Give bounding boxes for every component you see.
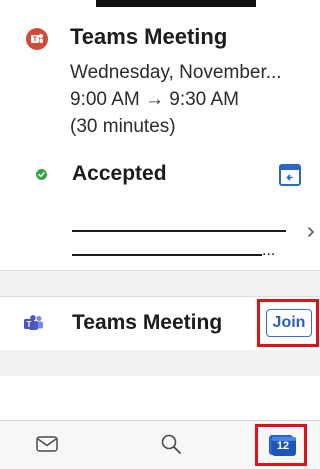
divider <box>0 270 320 271</box>
teams-meeting-row: T Teams Meeting Join <box>0 296 320 350</box>
mail-icon <box>36 436 58 452</box>
teams-icon: T <box>26 28 48 50</box>
event-time: 9:00 AM → 9:30 AM <box>70 89 239 110</box>
event-details-screen: T Teams Meeting Wednesday, November... 9… <box>0 0 320 469</box>
search-icon <box>161 434 181 454</box>
tab-search[interactable] <box>152 421 192 469</box>
calendar-tab-date: 12 <box>276 440 290 452</box>
cropped-header-text <box>96 0 256 7</box>
svg-text:T: T <box>27 320 32 329</box>
tab-mail[interactable] <box>28 421 68 469</box>
teams-meeting-label: Teams Meeting <box>72 311 223 334</box>
attendees-row[interactable]: ... <box>0 214 320 264</box>
svg-text:T: T <box>33 37 38 44</box>
response-status-row: Accepted <box>0 160 320 190</box>
bottom-tab-bar: 12 <box>0 420 320 469</box>
event-date: Wednesday, November... <box>70 62 282 83</box>
attendee-ellipsis: ... <box>262 242 276 259</box>
section-separator <box>0 270 320 296</box>
section-separator <box>0 350 320 376</box>
chevron-right-icon <box>308 227 314 237</box>
redacted-attendee-line <box>72 254 262 256</box>
event-title: Teams Meeting <box>70 24 228 49</box>
event-duration: (30 minutes) <box>70 116 176 137</box>
redacted-attendee-line <box>72 230 286 232</box>
calendar-icon[interactable] <box>279 164 301 186</box>
join-button[interactable]: Join <box>266 309 312 337</box>
tab-calendar[interactable]: 12 <box>258 421 306 469</box>
check-icon <box>36 169 47 180</box>
teams-logo-icon: T <box>24 315 43 330</box>
response-status-label: Accepted <box>72 162 167 185</box>
